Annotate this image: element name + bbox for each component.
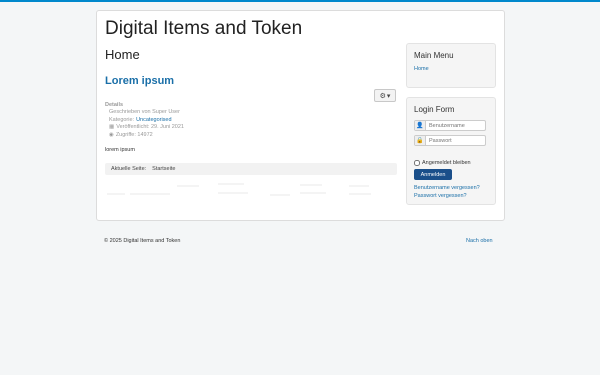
published-text: Veröffentlicht: 29. Juni 2021 <box>116 124 184 131</box>
author-text: Geschrieben von Super User <box>109 109 180 116</box>
published-line: ▦ Veröffentlicht: 29. Juni 2021 <box>105 124 184 131</box>
password-input[interactable] <box>426 136 484 145</box>
article-body: lorem ipsum <box>105 147 135 153</box>
hits-line: ◉ Zugriffe: 14972 <box>105 132 184 139</box>
page-title: Home <box>105 47 140 62</box>
details-label: Details <box>105 102 124 108</box>
category-line: Kategorie: Uncategorised <box>105 117 184 124</box>
main-menu-title: Main Menu <box>414 51 454 60</box>
forgot-username-link[interactable]: Benutzername vergessen? <box>414 185 480 191</box>
login-title: Login Form <box>414 105 455 114</box>
caret-down-icon: ▾ <box>386 92 391 100</box>
breadcrumb: Aktuelle Seite: Startseite <box>105 163 397 175</box>
forgot-password-link[interactable]: Passwort vergessen? <box>414 193 467 199</box>
calendar-icon: ▦ <box>109 124 115 131</box>
article-title[interactable]: Lorem ipsum <box>105 75 174 87</box>
username-input[interactable] <box>426 121 484 130</box>
remember-me[interactable]: Angemeldet bleiben <box>414 160 471 166</box>
user-icon: 👤 <box>415 121 426 130</box>
lock-icon: 🔒 <box>415 136 426 145</box>
article-options-button[interactable]: ⚙ ▾ <box>374 89 396 102</box>
site-title[interactable]: Digital Items and Token <box>105 18 302 40</box>
remember-checkbox[interactable] <box>414 160 420 166</box>
menu-item-home[interactable]: Home <box>414 66 429 72</box>
top-accent-bar <box>0 0 600 2</box>
login-button[interactable]: Anmelden <box>414 169 452 180</box>
eye-icon: ◉ <box>109 131 114 138</box>
main-container: Digital Items and Token Home Lorem ipsum… <box>96 10 505 221</box>
breadcrumb-current: Startseite <box>152 166 176 172</box>
gear-icon: ⚙ <box>379 92 386 100</box>
hits-text: Zugriffe: 14972 <box>115 131 153 138</box>
footer-copyright: © 2025 Digital Items and Token <box>104 238 181 244</box>
category-label: Kategorie: <box>109 116 135 123</box>
password-field[interactable]: 🔒 <box>414 135 486 146</box>
login-module: Login Form 👤 🔒 Angemeldet bleiben Anmeld… <box>406 97 496 205</box>
category-link[interactable]: Uncategorised <box>136 117 171 124</box>
author-line: Geschrieben von Super User <box>105 109 184 116</box>
back-to-top-link[interactable]: Nach oben <box>466 238 493 244</box>
main-menu-module: Main Menu Home <box>406 43 496 88</box>
faint-footer-links <box>105 181 397 203</box>
username-field[interactable]: 👤 <box>414 120 486 131</box>
article-details: Details Geschrieben von Super User Kateg… <box>105 102 184 139</box>
breadcrumb-label: Aktuelle Seite: <box>111 166 147 172</box>
remember-label: Angemeldet bleiben <box>422 160 471 166</box>
